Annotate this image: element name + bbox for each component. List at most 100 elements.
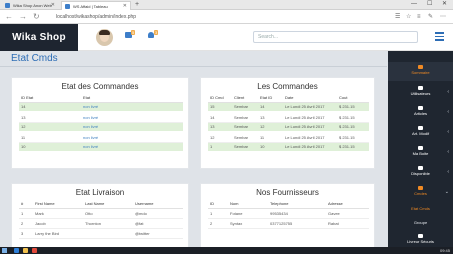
- column-header: Username: [133, 199, 183, 209]
- reading-view-icon[interactable]: ☰: [395, 13, 400, 21]
- hamburger-menu-icon[interactable]: [435, 32, 444, 41]
- sidebar-item-label: Art. Modif: [411, 131, 430, 136]
- sidebar-item-label: Livreur Sécuris: [407, 239, 434, 244]
- truck-icon: [418, 234, 423, 238]
- table-row[interactable]: 2 Jacob Thornton @fat: [19, 218, 183, 229]
- maximize-button[interactable]: ☐: [427, 0, 432, 9]
- browser-tab-active[interactable]: WS Affaid | Tableau ✕: [61, 1, 131, 10]
- table-row[interactable]: 1 Sembar 10 Le Lundi 25 Avril 2017 $ 231…: [208, 142, 369, 153]
- cell-id: 2: [208, 218, 228, 229]
- cell-adresse: Rabat: [326, 218, 369, 229]
- table-row[interactable]: 1 Mark Otto @mdo: [19, 208, 183, 219]
- table-row[interactable]: 2 Syntax 0377125755 Rabat: [208, 218, 369, 229]
- favorite-star-icon[interactable]: ☆: [406, 13, 411, 21]
- table-row[interactable]: 14 Sembar 13 Le Lundi 25 Avril 2017 $ 23…: [208, 112, 369, 123]
- explorer-icon[interactable]: [23, 248, 28, 253]
- chevron-left-icon: ‹: [447, 109, 449, 115]
- cell-etat[interactable]: non livré: [81, 122, 183, 133]
- table-row[interactable]: 15 Sembar 14 Le Lundi 25 Avril 2017 $ 23…: [208, 102, 369, 113]
- url-field[interactable]: localhost/wikashop/admin/index.php: [56, 13, 136, 21]
- refresh-icon[interactable]: ↻: [33, 12, 40, 22]
- cell-cout: $ 231.15: [337, 142, 369, 153]
- sidebar-item-cmdes[interactable]: Cmdes ⌄: [388, 186, 453, 196]
- panel-les-commandes: Les Commandes ID Cmd Client Etat ID Date…: [200, 77, 375, 169]
- table-row[interactable]: 3 Larry the Bird @twitter: [19, 228, 183, 239]
- table-row[interactable]: 13 Sembar 12 Le Lundi 25 Avril 2017 $ 23…: [208, 122, 369, 133]
- windows-start-icon[interactable]: [2, 248, 7, 253]
- sidebar-item-utilisateurs[interactable]: Utilisateurs ‹: [388, 86, 453, 96]
- close-tab-icon[interactable]: ✕: [51, 1, 55, 10]
- cell-number: 1: [19, 208, 33, 219]
- cell-number: 3: [19, 228, 33, 239]
- search-input[interactable]: [253, 31, 418, 43]
- articles-icon: [418, 106, 423, 110]
- submenu-item-etat-cmds[interactable]: Etat Cmds: [388, 206, 453, 211]
- sidebar-item-articles[interactable]: Articles ‹: [388, 106, 453, 116]
- table-row[interactable]: 12 Sembar 11 Le Lundi 25 Avril 2017 $ 23…: [208, 132, 369, 143]
- cart-icon: [418, 186, 423, 190]
- sidebar-item-art-modif[interactable]: Art. Modif ‹: [388, 126, 453, 136]
- cell-cout: $ 231.15: [337, 132, 369, 143]
- close-window-button[interactable]: ✕: [442, 0, 447, 9]
- cell-etat[interactable]: non livré: [81, 112, 183, 123]
- panel-title: Etat Livraison: [75, 188, 125, 197]
- submenu-item-groupe[interactable]: Groupe: [388, 220, 453, 225]
- alerts-badge: 3: [154, 30, 159, 35]
- forward-icon[interactable]: →: [19, 12, 27, 22]
- cell-username: @mdo: [133, 208, 183, 219]
- cell-client: Sembar: [232, 112, 258, 123]
- table-row[interactable]: 10 non livré: [19, 142, 183, 153]
- cell-first-name: Mark: [33, 208, 83, 219]
- column-header: Last Name: [83, 199, 133, 209]
- cell-cout: $ 231.15: [337, 112, 369, 123]
- more-icon[interactable]: ⋯: [440, 13, 446, 21]
- edge-icon[interactable]: [14, 248, 19, 253]
- submenu-item-livreur[interactable]: Livreur Sécuris: [388, 234, 453, 244]
- cell-date: Le Lundi 25 Avril 2017: [283, 132, 337, 143]
- table-row[interactable]: 1 Fotane 99535434 Gavee: [208, 208, 369, 219]
- sidebar-item-ma-boite[interactable]: Ma Boite ‹: [388, 146, 453, 156]
- cell-id: 11: [19, 132, 81, 143]
- avatar[interactable]: [96, 29, 113, 46]
- cell-id: 13: [208, 122, 232, 133]
- cell-etat[interactable]: non livré: [81, 132, 183, 143]
- panel-etat-commandes: Etat des Commandes ID Etat Etat 14 non l…: [11, 77, 189, 169]
- cell-etat-id: 14: [258, 102, 283, 113]
- app-icon[interactable]: [32, 248, 37, 253]
- new-tab-button[interactable]: +: [135, 0, 139, 9]
- back-icon[interactable]: ←: [5, 12, 13, 22]
- cell-etat[interactable]: non livré: [81, 102, 183, 113]
- tab-title: WS Affaid | Tableau: [73, 4, 108, 9]
- cell-last-name: [83, 228, 133, 239]
- brand-logo[interactable]: Wika Shop: [0, 24, 78, 51]
- table-row[interactable]: 11 non livré: [19, 132, 183, 143]
- cell-id: 14: [208, 112, 232, 123]
- users-icon: [418, 86, 423, 90]
- note-icon[interactable]: ✎: [428, 13, 433, 21]
- table-row[interactable]: 14 non livré: [19, 102, 183, 113]
- cell-nom: Fotane: [228, 208, 268, 219]
- minimize-button[interactable]: —: [411, 0, 417, 9]
- cell-first-name: Larry the Bird: [33, 228, 83, 239]
- cell-etat[interactable]: non livré: [81, 142, 183, 153]
- column-header: ID Etat: [19, 93, 81, 103]
- column-header: First Name: [33, 199, 83, 209]
- column-header: ID Cmd: [208, 93, 232, 103]
- cell-nom: Syntax: [228, 218, 268, 229]
- cell-etat-id: 11: [258, 132, 283, 143]
- sidebar-item-disponible[interactable]: Disponible ‹: [388, 166, 453, 176]
- table-row[interactable]: 12 non livré: [19, 122, 183, 133]
- cell-telephone: 99535434: [268, 208, 326, 219]
- cell-first-name: Jacob: [33, 218, 83, 229]
- hub-icon[interactable]: ≡: [417, 13, 421, 21]
- cell-last-name: Otto: [83, 208, 133, 219]
- sidebar-item-home[interactable]: Sommaire: [388, 62, 453, 81]
- messages-badge: 5: [131, 30, 136, 35]
- column-header: #: [19, 199, 33, 209]
- table-row[interactable]: 13 non livré: [19, 112, 183, 123]
- sidebar: Sommaire Utilisateurs ‹ Articles ‹ Art. …: [388, 51, 453, 254]
- address-bar: ← → ↻ localhost/wikashop/admin/index.php…: [0, 10, 453, 24]
- browser-tab[interactable]: Wika Shop Anon Web ✕: [2, 1, 58, 10]
- sidebar-item-label: Cmdes: [414, 191, 427, 196]
- close-tab-icon[interactable]: ✕: [123, 2, 127, 10]
